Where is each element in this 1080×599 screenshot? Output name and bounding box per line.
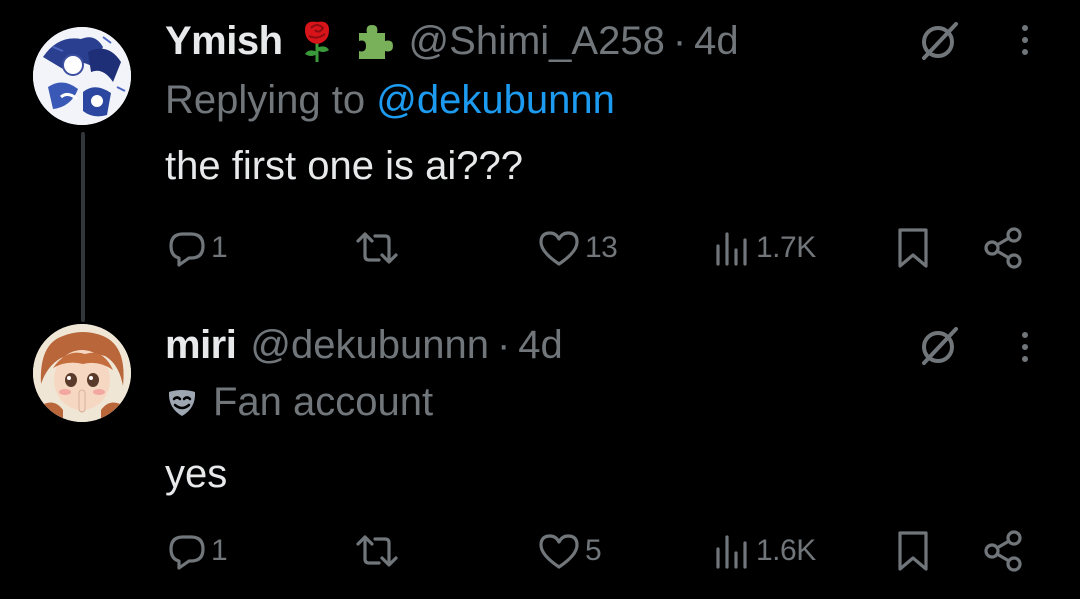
fan-account-label: Fan account xyxy=(165,380,433,425)
more-options-icon[interactable] xyxy=(1010,18,1040,62)
tweet[interactable]: Ymish @Shimi_A258 · 4d Replying to @deku… xyxy=(0,0,1080,322)
display-name[interactable]: miri xyxy=(165,323,237,368)
views-icon xyxy=(712,531,752,571)
reply-button[interactable]: 1 xyxy=(167,526,228,576)
bookmark-icon xyxy=(893,529,933,573)
rose-emoji-icon xyxy=(297,18,337,64)
share-icon xyxy=(982,226,1026,270)
replying-to: Replying to @dekubunnn xyxy=(165,78,615,123)
heart-icon xyxy=(537,228,581,268)
theater-mask-icon xyxy=(165,386,199,420)
tweet-header: Ymish @Shimi_A258 · 4d xyxy=(165,14,739,68)
handle[interactable]: @Shimi_A258 xyxy=(409,19,665,64)
separator-dot: · xyxy=(496,322,511,367)
heart-icon xyxy=(537,531,581,571)
like-button[interactable]: 13 xyxy=(537,223,618,273)
retweet-icon xyxy=(355,228,399,268)
grok-icon[interactable] xyxy=(918,323,962,367)
retweet-button[interactable] xyxy=(355,526,403,576)
avatar[interactable] xyxy=(33,324,131,422)
tweet-header: miri @dekubunnn · 4d xyxy=(165,318,563,372)
retweet-button[interactable] xyxy=(355,223,403,273)
reply-count: 1 xyxy=(211,534,228,567)
share-button[interactable] xyxy=(982,223,1026,273)
views-count: 1.6K xyxy=(756,534,816,567)
tweet-actions: 1 5 1.6K xyxy=(0,526,1080,576)
display-name[interactable]: Ymish xyxy=(165,19,283,64)
tweet-text: the first one is ai??? xyxy=(165,144,523,188)
reply-icon xyxy=(167,228,207,268)
views-count: 1.7K xyxy=(756,231,816,264)
share-icon xyxy=(982,529,1026,573)
more-options-icon[interactable] xyxy=(1010,325,1040,369)
views-icon xyxy=(712,228,752,268)
share-button[interactable] xyxy=(982,526,1026,576)
like-count: 13 xyxy=(585,231,618,264)
puzzle-piece-emoji-icon xyxy=(351,19,395,63)
tweet-actions: 1 13 1.7K xyxy=(0,223,1080,273)
grok-icon[interactable] xyxy=(918,18,962,62)
reply-button[interactable]: 1 xyxy=(167,223,228,273)
views-button[interactable]: 1.7K xyxy=(712,223,816,273)
replying-mention-link[interactable]: @dekubunnn xyxy=(376,78,615,122)
retweet-icon xyxy=(355,531,399,571)
timestamp[interactable]: 4d xyxy=(518,323,563,368)
bookmark-button[interactable] xyxy=(893,526,933,576)
bookmark-button[interactable] xyxy=(893,223,933,273)
views-button[interactable]: 1.6K xyxy=(712,526,816,576)
timestamp[interactable]: 4d xyxy=(694,19,739,64)
reply-icon xyxy=(167,531,207,571)
reply-count: 1 xyxy=(211,231,228,264)
like-count: 5 xyxy=(585,534,602,567)
tweet[interactable]: miri @dekubunnn · 4d Fan account yes 1 5… xyxy=(0,300,1080,599)
separator-dot: · xyxy=(672,18,687,63)
replying-prefix: Replying to xyxy=(165,78,377,122)
fan-account-text: Fan account xyxy=(213,380,434,424)
avatar[interactable] xyxy=(33,27,131,125)
bookmark-icon xyxy=(893,226,933,270)
like-button[interactable]: 5 xyxy=(537,526,602,576)
handle[interactable]: @dekubunnn xyxy=(250,323,489,368)
tweet-text: yes xyxy=(165,452,228,496)
